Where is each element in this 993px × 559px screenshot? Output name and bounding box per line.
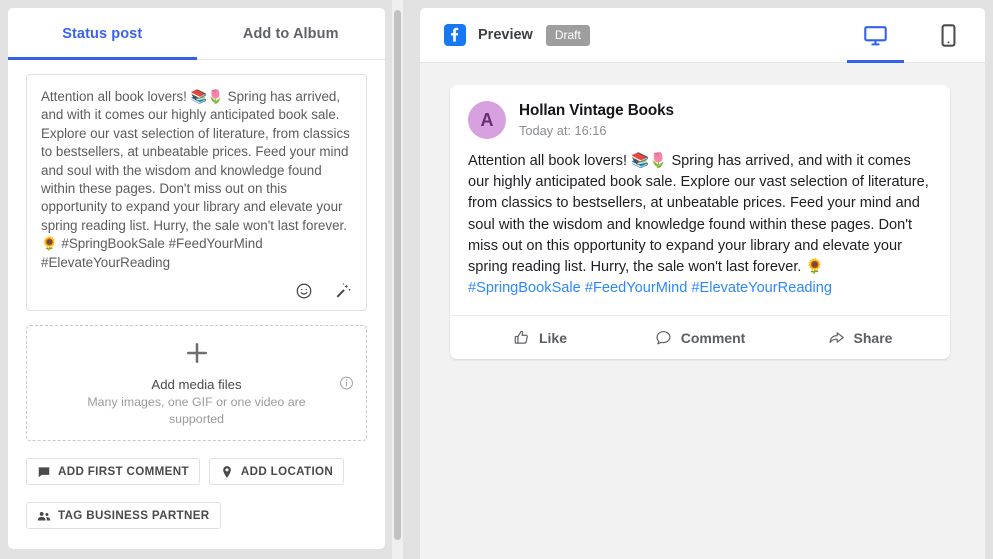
active-tab-indicator: [8, 57, 197, 60]
post-author-name: Hollan Vintage Books: [519, 102, 674, 119]
comment-bubble-icon: [656, 331, 671, 345]
share-arrow-icon: [829, 332, 844, 344]
share-label: Share: [853, 329, 893, 346]
tab-add-to-album-label: Add to Album: [242, 25, 339, 42]
location-pin-icon: [223, 465, 231, 478]
tab-status-post-label: Status post: [62, 25, 143, 42]
editor-toolbar: [295, 282, 352, 300]
post-action-bar: Like Comment Share: [450, 315, 950, 359]
add-media-title: Add media files: [151, 377, 242, 392]
preview-header: Preview Draft: [420, 8, 985, 63]
avatar-initial: A: [480, 109, 494, 130]
post-meta: Hollan Vintage Books Today at: 16:16: [519, 102, 674, 138]
emoji-icon[interactable]: [295, 282, 313, 300]
preview-panel: Preview Draft A Hollan Vintage Books Tod…: [420, 8, 985, 559]
post-header: A Hollan Vintage Books Today at: 16:16: [450, 85, 950, 139]
composer-chip-row-2: TAG BUSINESS PARTNER: [26, 502, 367, 529]
thumbs-up-icon: [514, 331, 528, 345]
tag-business-partner-button[interactable]: TAG BUSINESS PARTNER: [26, 502, 221, 529]
post-body-text: Attention all book lovers! 📚🌷 Spring has…: [468, 153, 929, 276]
device-preview-tabs: [839, 8, 985, 63]
add-first-comment-button[interactable]: ADD FIRST COMMENT: [26, 458, 200, 485]
preview-stage: A Hollan Vintage Books Today at: 16:16 A…: [420, 63, 985, 381]
post-text-content: Attention all book lovers! 📚🌷 Spring has…: [41, 89, 354, 270]
tab-status-post[interactable]: Status post: [8, 8, 197, 59]
composer-chip-row-1: ADD FIRST COMMENT ADD LOCATION: [26, 458, 367, 485]
facebook-post-preview-card: A Hollan Vintage Books Today at: 16:16 A…: [450, 85, 950, 360]
add-location-label: ADD LOCATION: [240, 465, 334, 478]
status-badge: Draft: [545, 24, 590, 46]
composer-panel: Status post Add to Album Attention all b…: [8, 8, 385, 549]
device-tab-mobile[interactable]: [912, 8, 985, 63]
comment-button[interactable]: Comment: [620, 320, 780, 356]
plus-icon: [186, 343, 207, 363]
like-label: Like: [538, 329, 567, 346]
device-tab-desktop[interactable]: [839, 8, 912, 63]
composer-body: Attention all book lovers! 📚🌷 Spring has…: [8, 60, 385, 529]
share-button[interactable]: Share: [780, 320, 940, 356]
post-timestamp: Today at: 16:16: [519, 123, 607, 138]
preview-title: Preview: [478, 27, 533, 43]
facebook-icon: [444, 24, 466, 46]
like-button[interactable]: Like: [460, 320, 620, 356]
tab-add-to-album[interactable]: Add to Album: [197, 8, 386, 59]
info-icon[interactable]: [339, 376, 354, 391]
desktop-monitor-icon: [864, 26, 887, 46]
add-location-button[interactable]: ADD LOCATION: [208, 458, 345, 485]
post-text-editor[interactable]: Attention all book lovers! 📚🌷 Spring has…: [26, 74, 367, 311]
mobile-phone-icon: [941, 24, 956, 47]
people-icon: [37, 511, 51, 520]
comment-label: Comment: [680, 329, 746, 346]
tag-business-partner-label: TAG BUSINESS PARTNER: [58, 509, 210, 522]
magic-wand-icon[interactable]: [334, 282, 352, 300]
post-body: Attention all book lovers! 📚🌷 Spring has…: [450, 139, 950, 315]
add-first-comment-label: ADD FIRST COMMENT: [58, 465, 189, 478]
add-media-subtitle: Many images, one GIF or one video are su…: [87, 395, 306, 426]
post-hashtags[interactable]: #SpringBookSale #FeedYourMind #ElevateYo…: [468, 280, 832, 296]
avatar: A: [468, 101, 506, 139]
composer-tabs: Status post Add to Album: [8, 8, 385, 60]
add-media-dropzone[interactable]: Add media files Many images, one GIF or …: [26, 325, 367, 441]
composer-preview-app: Status post Add to Album Attention all b…: [0, 0, 993, 559]
comment-icon: [38, 466, 50, 477]
composer-scrollbar-thumb[interactable]: [394, 10, 401, 540]
